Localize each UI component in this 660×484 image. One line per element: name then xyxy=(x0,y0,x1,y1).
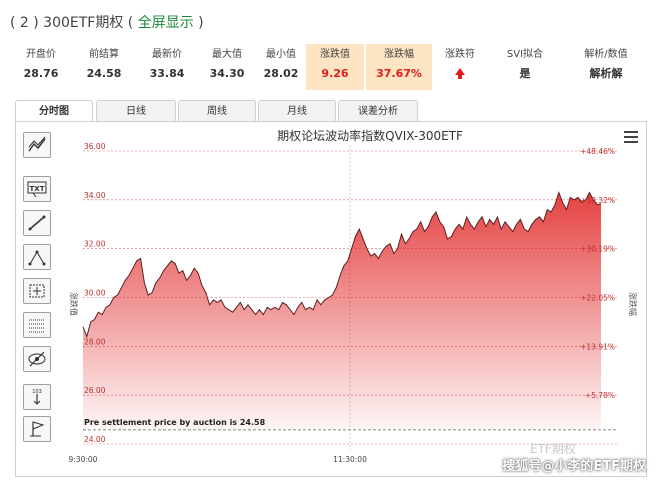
quote-value: 37.67% xyxy=(376,67,422,80)
quote-label: 最新价 xyxy=(152,49,182,60)
quote-value: 33.84 xyxy=(149,67,185,80)
area-fill xyxy=(83,192,601,430)
y-tick-label-right: +30.19% xyxy=(580,245,615,254)
hide-drawings-tool[interactable] xyxy=(23,346,51,372)
quote-label: 解析/数值 xyxy=(584,49,628,60)
y-tick-label-right: +48.46% xyxy=(580,147,615,156)
rectangle-tool[interactable] xyxy=(23,278,51,304)
polyline-icon xyxy=(28,250,46,266)
quote-value: 28.76 xyxy=(23,67,59,80)
quote-col-change: 涨跌值 9.26 xyxy=(306,44,364,90)
qvix-chart: 期权论坛波动率指数QVIX-300ETF 36.00 34.00 32.00 30.0… xyxy=(69,128,638,464)
chart-title: 期权论坛波动率指数QVIX-300ETF xyxy=(277,128,463,143)
y-tick-label-left: 30.00 xyxy=(84,289,106,298)
quote-value: 9.26 xyxy=(321,67,349,80)
page-title: ( 2 ) 300ETF期权 ( 全屏显示 ) xyxy=(10,12,204,32)
quote-col-prev-settle: 前结算 24.58 xyxy=(72,44,136,90)
tab-error-analysis[interactable]: 误差分析 xyxy=(338,100,418,121)
y-tick-label-right: +13.91% xyxy=(580,342,615,351)
tab-daily[interactable]: 日线 xyxy=(96,100,176,121)
quote-col-latest: 最新价 33.84 xyxy=(136,44,198,90)
quote-label: 涨跌符 xyxy=(445,49,475,60)
quote-col-open: 开盘价 28.76 xyxy=(10,44,72,90)
quote-label: 最大值 xyxy=(212,49,242,60)
polyline-tool[interactable] xyxy=(23,244,51,270)
y-tick-label-left: 36.00 xyxy=(84,142,106,151)
quote-value: 34.30 xyxy=(209,67,245,80)
measure-icon: 103 xyxy=(32,389,42,405)
flag-tool[interactable] xyxy=(23,416,51,442)
quote-label: 前结算 xyxy=(89,49,119,60)
y-tick-label-right: +22.05% xyxy=(580,294,615,303)
y-axis-label-right: 涨跌幅 xyxy=(628,292,638,316)
trend-line-icon xyxy=(28,136,46,152)
quote-col-direction: 涨跌符 xyxy=(432,44,488,90)
fullscreen-link[interactable]: 全屏显示 xyxy=(138,15,194,31)
y-tick-label-left: 34.00 xyxy=(84,191,106,200)
hide-icon xyxy=(28,351,46,367)
y-axis-label-left: 涨跌值 xyxy=(69,292,79,316)
quote-col-change-pct: 涨跌幅 37.67% xyxy=(366,44,432,90)
rectangle-icon xyxy=(29,284,45,298)
quote-value: 解析解 xyxy=(589,67,623,80)
flag-icon xyxy=(30,421,45,437)
quote-value: 是 xyxy=(519,67,531,80)
settlement-annotation: Pre settlement price by auction is 24.58 xyxy=(84,418,266,427)
measure-tool[interactable]: 103 xyxy=(23,384,51,410)
quote-col-method: 解析/数值 解析解 xyxy=(562,44,650,90)
line-tool[interactable] xyxy=(23,210,51,236)
x-tick-label: 11:30:00 xyxy=(333,455,367,464)
quote-col-min: 最小值 28.02 xyxy=(256,44,306,90)
quote-label: 涨跌幅 xyxy=(384,49,414,60)
tab-weekly[interactable]: 周线 xyxy=(178,100,256,121)
text-tool[interactable]: TXT xyxy=(23,176,51,202)
fibonacci-tool[interactable] xyxy=(23,312,51,338)
quote-value: 24.58 xyxy=(86,67,122,80)
trend-line-tool[interactable] xyxy=(23,132,51,158)
y-tick-label-left: 32.00 xyxy=(84,240,106,249)
arrow-up-icon xyxy=(455,68,465,79)
tab-intraday[interactable]: 分时图 xyxy=(15,100,93,123)
text-label-icon: TXT xyxy=(27,181,47,198)
quote-col-max: 最大值 34.30 xyxy=(198,44,256,90)
y-tick-label-left: 28.00 xyxy=(84,337,106,346)
quote-label: 涨跌值 xyxy=(320,49,350,60)
chart-area xyxy=(82,190,602,430)
quote-label: 开盘价 xyxy=(26,49,56,60)
chart-menu-icon[interactable] xyxy=(624,131,638,143)
quote-label: 最小值 xyxy=(266,49,296,60)
quote-col-svi: SVI拟合 是 xyxy=(488,44,562,90)
sohu-watermark: 搜狐号@小李的ETF期权 xyxy=(502,459,646,474)
y-tick-label-left: 26.00 xyxy=(84,386,106,395)
line-icon xyxy=(28,215,46,231)
y-tick-label-right: +5.78% xyxy=(585,391,615,400)
quote-table: 开盘价 28.76 前结算 24.58 最新价 33.84 最大值 34.30 … xyxy=(10,44,650,90)
title-suffix: ) xyxy=(198,15,204,31)
quote-label: SVI拟合 xyxy=(506,49,544,60)
quote-value: 28.02 xyxy=(263,67,299,80)
text-tool-label: TXT xyxy=(30,185,45,193)
x-tick-label: 9:30:00 xyxy=(69,455,98,464)
y-tick-label-right: +38.32% xyxy=(580,196,615,205)
tab-monthly[interactable]: 月线 xyxy=(258,100,336,121)
fibonacci-icon xyxy=(29,319,45,333)
y-tick-label-left: 24.00 xyxy=(84,435,106,444)
title-prefix: ( 2 ) 300ETF期权 ( xyxy=(10,15,134,31)
